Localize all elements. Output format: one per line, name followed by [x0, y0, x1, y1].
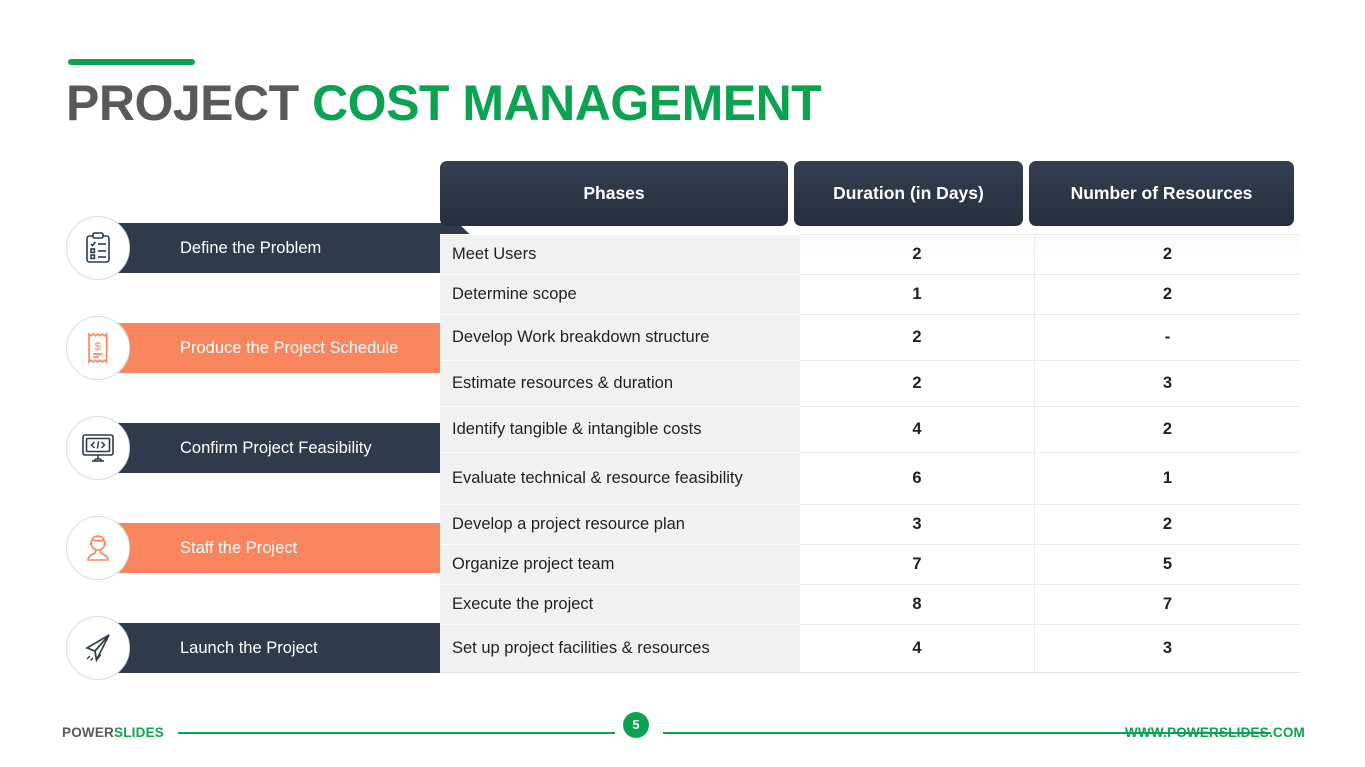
cell-resources: 2: [1035, 406, 1300, 452]
title-accent-bar: [68, 59, 195, 65]
cell-resources: 2: [1035, 234, 1300, 274]
process-step-5[interactable]: Launch the Project: [66, 616, 426, 680]
process-step-4[interactable]: Staff the Project: [66, 516, 426, 580]
cell-duration: 8: [800, 584, 1035, 624]
monitor-code-icon: [82, 434, 114, 462]
table-header-phases: Phases: [440, 161, 788, 226]
cell-duration: 2: [800, 360, 1035, 406]
cell-duration: 1: [800, 274, 1035, 314]
invoice-receipt-icon: $: [88, 332, 108, 364]
svg-text:$: $: [95, 341, 101, 353]
table-body: Meet Users 2 2 Determine scope 1 2 Devel…: [440, 234, 1300, 673]
brand-logo: POWERSLIDES: [62, 725, 164, 740]
cell-phase: Meet Users: [440, 234, 800, 274]
page-title-part1: PROJECT: [66, 75, 299, 131]
cell-phase: Estimate resources & duration: [440, 360, 800, 406]
footer-website-url[interactable]: WWW.POWERSLIDES.COM: [1125, 725, 1305, 740]
page-number-badge: 5: [623, 712, 649, 738]
cell-duration: 2: [800, 314, 1035, 360]
cell-resources: 3: [1035, 360, 1300, 406]
table-row[interactable]: Develop a project resource plan 3 2: [440, 504, 1300, 544]
table-row[interactable]: Develop Work breakdown structure 2 -: [440, 314, 1300, 360]
footer-rule-left: [178, 732, 615, 734]
process-step-3[interactable]: Confirm Project Feasibility: [66, 416, 426, 480]
table-row[interactable]: Evaluate technical & resource feasibilit…: [440, 452, 1300, 504]
cell-phase: Organize project team: [440, 544, 800, 584]
table-header-duration: Duration (in Days): [794, 161, 1023, 226]
step-arrow-shape: Confirm Project Feasibility: [100, 423, 484, 473]
process-step-label: Confirm Project Feasibility: [180, 438, 372, 457]
cell-resources: 7: [1035, 584, 1300, 624]
cell-resources: 2: [1035, 504, 1300, 544]
cell-duration: 2: [800, 234, 1035, 274]
step-icon-circle: [66, 416, 130, 480]
step-icon-circle: [66, 516, 130, 580]
step-icon-circle: $: [66, 316, 130, 380]
cell-resources: 1: [1035, 452, 1300, 504]
brand-logo-part2: SLIDES: [114, 725, 164, 740]
person-user-icon: [87, 535, 109, 561]
phases-table: Phases Duration (in Days) Number of Reso…: [440, 161, 1300, 673]
cell-resources: 5: [1035, 544, 1300, 584]
cell-duration: 3: [800, 504, 1035, 544]
table-row[interactable]: Identify tangible & intangible costs 4 2: [440, 406, 1300, 452]
cell-resources: 2: [1035, 274, 1300, 314]
cell-phase: Determine scope: [440, 274, 800, 314]
cell-resources: 3: [1035, 624, 1300, 672]
slide-footer: POWERSLIDES WWW.POWERSLIDES.COM: [0, 707, 1365, 767]
cell-phase: Develop a project resource plan: [440, 504, 800, 544]
cell-phase: Execute the project: [440, 584, 800, 624]
process-step-label: Launch the Project: [180, 638, 318, 657]
cell-duration: 4: [800, 406, 1035, 452]
table-row[interactable]: Organize project team 7 5: [440, 544, 1300, 584]
brand-logo-part1: POWER: [62, 725, 115, 740]
table-row[interactable]: Execute the project 8 7: [440, 584, 1300, 624]
step-icon-circle: [66, 616, 130, 680]
step-arrow-shape: Launch the Project: [100, 623, 484, 673]
step-arrow-shape: Staff the Project: [100, 523, 484, 573]
cell-resources: -: [1035, 314, 1300, 360]
clipboard-checklist-icon: [86, 232, 110, 263]
table-row[interactable]: Determine scope 1 2: [440, 274, 1300, 314]
process-steps-list: Define the Problem Produce the Project S…: [66, 216, 426, 680]
cell-duration: 4: [800, 624, 1035, 672]
step-arrow-shape: Define the Problem: [100, 223, 484, 273]
paper-plane-icon: [85, 634, 110, 663]
table-header-resources: Number of Resources: [1029, 161, 1294, 226]
cell-duration: 6: [800, 452, 1035, 504]
table-row[interactable]: Set up project facilities & resources 4 …: [440, 624, 1300, 672]
cell-phase: Set up project facilities & resources: [440, 624, 800, 672]
step-arrow-shape: Produce the Project Schedule: [100, 323, 484, 373]
cell-phase: Develop Work breakdown structure: [440, 314, 800, 360]
table-header-row: Phases Duration (in Days) Number of Reso…: [440, 161, 1300, 226]
process-step-1[interactable]: Define the Problem: [66, 216, 426, 280]
page-title: PROJECT COST MANAGEMENT: [66, 74, 822, 132]
slide-root: PROJECT COST MANAGEMENT Define the Probl…: [0, 0, 1365, 767]
process-step-label: Define the Problem: [180, 238, 322, 257]
page-title-part2: COST MANAGEMENT: [312, 75, 822, 131]
process-step-label: Produce the Project Schedule: [180, 338, 399, 357]
cell-phase: Evaluate technical & resource feasibilit…: [440, 452, 800, 504]
cell-duration: 7: [800, 544, 1035, 584]
process-step-2[interactable]: Produce the Project Schedule $: [66, 316, 426, 380]
cell-phase: Identify tangible & intangible costs: [440, 406, 800, 452]
table-row[interactable]: Meet Users 2 2: [440, 234, 1300, 274]
table-row[interactable]: Estimate resources & duration 2 3: [440, 360, 1300, 406]
step-icon-circle: [66, 216, 130, 280]
